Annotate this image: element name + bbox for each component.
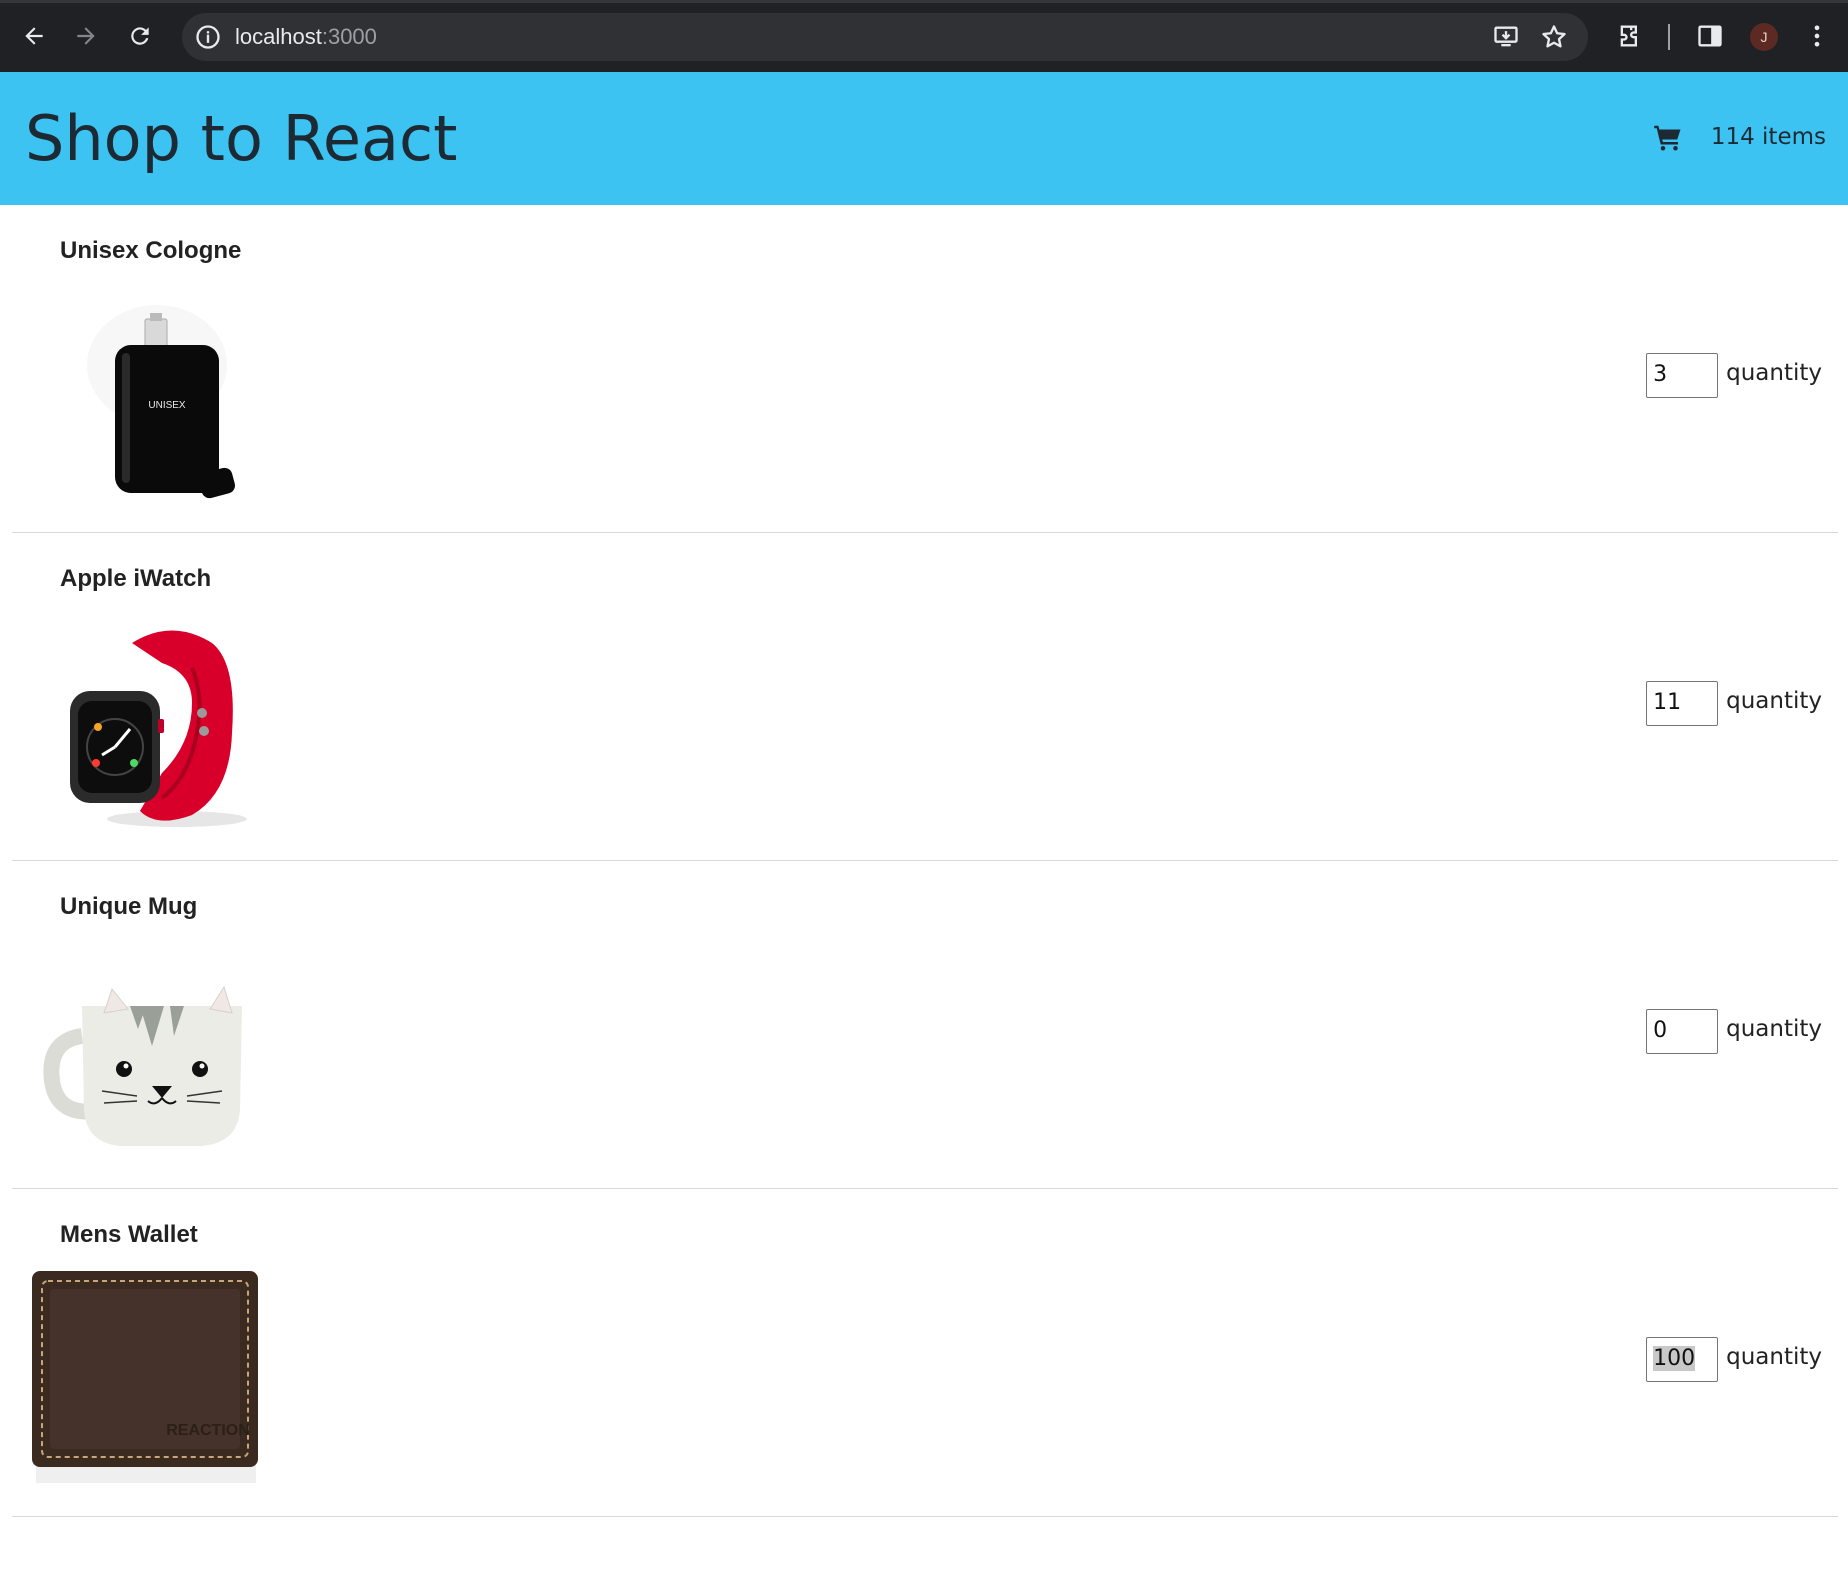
cart-item-count: 114 items [1710,124,1826,150]
url-text: localhost:3000 [235,24,377,49]
site-info-icon[interactable] [194,23,222,51]
quantity-label: quantity [1726,359,1822,386]
quantity-control: 0 quantity [1646,1009,1822,1054]
quantity-input[interactable]: 100 [1646,1337,1719,1382]
install-app-icon[interactable] [1492,23,1520,51]
product-name: Unisex Cologne [60,237,242,264]
side-panel-icon[interactable] [1696,22,1724,50]
quantity-label: quantity [1726,687,1822,714]
toolbar-separator [1668,24,1670,50]
bookmark-star-icon[interactable] [1540,23,1568,51]
reload-icon [131,27,149,45]
arrow-left-icon [25,27,43,45]
menu-kebab-icon[interactable] [1803,22,1831,50]
quantity-input[interactable]: 0 [1646,1009,1719,1054]
smartwatch-image [70,630,247,827]
quantity-input-value: 100 [1653,1346,1696,1371]
cologne-bottle-image: UNISEX [87,305,235,499]
quantity-label: quantity [1726,1343,1822,1370]
product-name: Apple iWatch [60,565,212,592]
quantity-label: quantity [1726,1015,1822,1042]
shopping-cart-icon [1654,125,1681,151]
cart-summary[interactable]: 114 items [1653,122,1826,152]
browser-toolbar: localhost:3000 J [0,0,1848,72]
cat-mug-image [43,985,242,1146]
product-row: Mens Wallet REACTION 100 quantity [12,1189,1838,1517]
tab-strip [0,0,1848,3]
product-row: Unique Mug 0 quantity [12,861,1838,1189]
leather-wallet-image: REACTION [32,1271,258,1483]
product-row: Apple iWatch 11 quantity [12,533,1838,861]
svg-text:UNISEX: UNISEX [148,400,186,411]
page-title: Shop to React [25,102,458,175]
quantity-control: 3 quantity [1646,353,1822,398]
product-row: Unisex Cologne UNISEX 3 quantity [12,205,1838,533]
arrow-right-icon [77,27,95,45]
forward-button[interactable] [68,18,104,54]
app-header: Shop to React 114 items [0,72,1848,205]
address-bar[interactable]: localhost:3000 [182,13,1588,61]
back-button[interactable] [16,18,52,54]
product-name: Mens Wallet [60,1221,198,1248]
product-list: Unisex Cologne UNISEX 3 quantity Apple i… [12,205,1838,1517]
profile-avatar[interactable]: J [1750,23,1778,51]
quantity-input[interactable]: 3 [1646,353,1719,398]
extensions-puzzle-icon[interactable] [1616,22,1644,50]
product-name: Unique Mug [60,893,198,920]
reload-button[interactable] [122,18,158,54]
profile-initial: J [1760,29,1768,45]
quantity-control: 100 quantity [1646,1337,1822,1382]
quantity-input[interactable]: 11 [1646,681,1719,726]
svg-text:REACTION: REACTION [166,1422,250,1439]
quantity-control: 11 quantity [1646,681,1822,726]
